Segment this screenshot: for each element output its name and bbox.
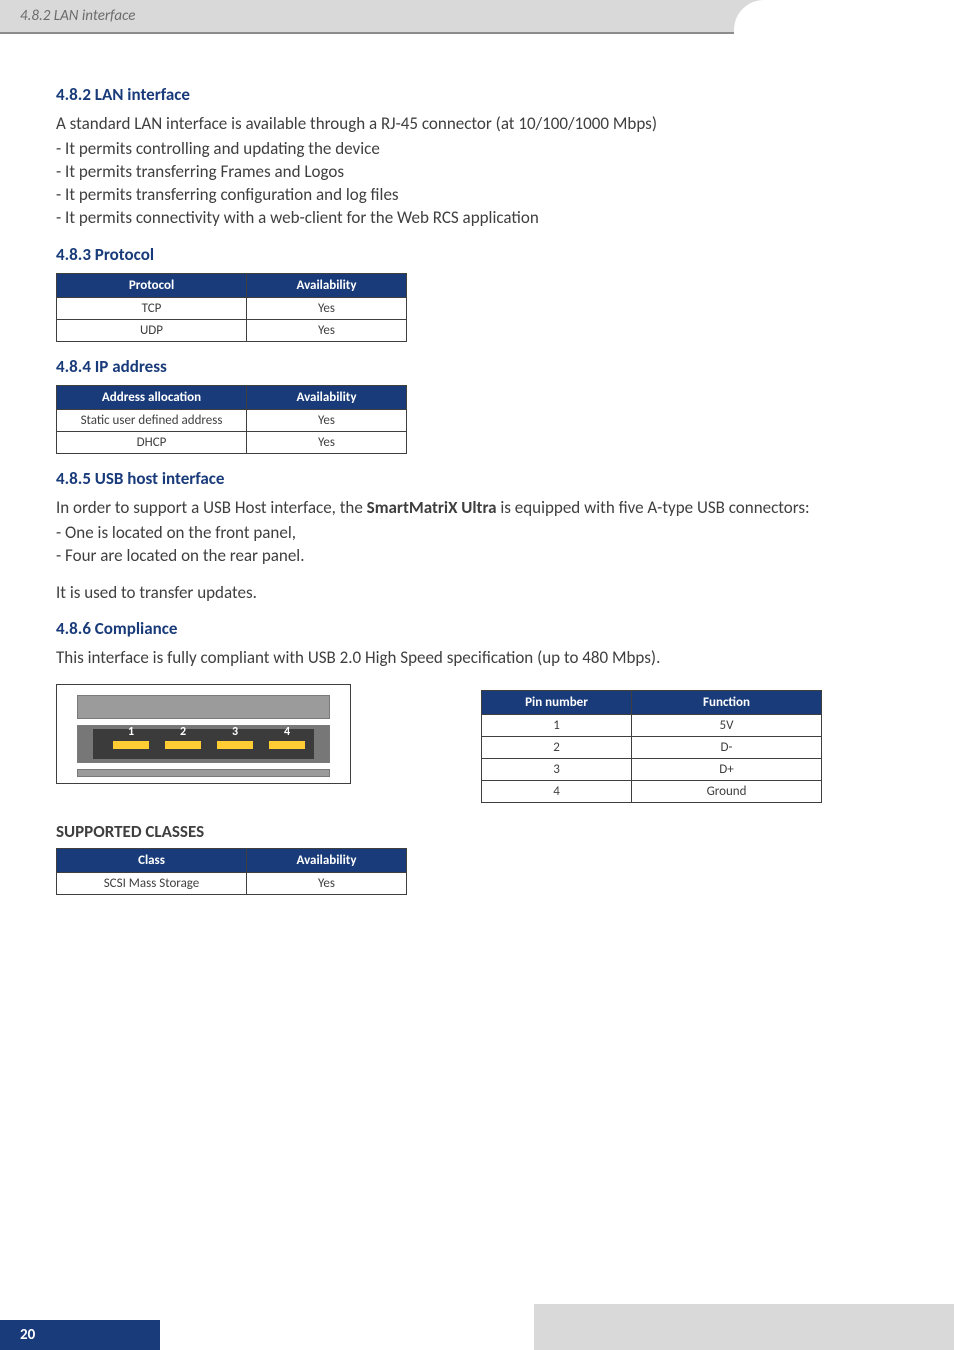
cell: SCSI Mass Storage	[57, 873, 247, 895]
cell: DHCP	[57, 431, 247, 453]
protocol-table: Protocol Availability TCP Yes UDP Yes	[56, 273, 407, 342]
usb-pin-label-4: 4	[269, 725, 305, 739]
usb-pins	[113, 741, 305, 749]
cell: 1	[482, 715, 632, 737]
th-function: Function	[632, 691, 822, 715]
page-content: 4.8.2 LAN interface A standard LAN inter…	[0, 34, 954, 895]
footer-page-number: 20	[0, 1320, 160, 1350]
text: In order to support a USB Host interface…	[56, 497, 367, 518]
cell: 5V	[632, 715, 822, 737]
th-class: Class	[57, 849, 247, 873]
th-protocol: Protocol	[57, 273, 247, 297]
header-breadcrumb: 4.8.2 LAN interface	[20, 7, 135, 25]
table-header-row: Pin number Function	[482, 691, 822, 715]
page-number: 20	[20, 1326, 35, 1344]
cell: Yes	[247, 873, 407, 895]
table-row: UDP Yes	[57, 319, 407, 341]
table-row: 1 5V	[482, 715, 822, 737]
header-bar: 4.8.2 LAN interface	[0, 0, 954, 34]
table-header-row: Class Availability	[57, 849, 407, 873]
section-485-updates: It is used to transfer updates.	[56, 582, 898, 605]
section-485-lead: In order to support a USB Host interface…	[56, 497, 898, 520]
section-482-bullet-1: - It permits controlling and updating th…	[56, 138, 898, 161]
usb-pin-2	[165, 741, 201, 749]
section-486-title: 4.8.6 Compliance	[56, 618, 898, 639]
table-row: 3 D+	[482, 759, 822, 781]
text: is equipped with five A-type USB connect…	[497, 497, 810, 518]
section-485-bullet-1: - One is located on the front panel,	[56, 522, 898, 545]
usb-pin-1	[113, 741, 149, 749]
usb-pin-4	[269, 741, 305, 749]
section-482-bullet-2: - It permits transferring Frames and Log…	[56, 161, 898, 184]
product-name-bold: SmartMatriX Ultra	[367, 497, 497, 518]
usb-pin-3	[217, 741, 253, 749]
supported-classes-table: Class Availability SCSI Mass Storage Yes	[56, 848, 407, 895]
section-482-bullet-4: - It permits connectivity with a web-cli…	[56, 207, 898, 230]
table-row: 4 Ground	[482, 781, 822, 803]
usb-shell-top	[77, 695, 330, 719]
cell: 3	[482, 759, 632, 781]
cell: Static user defined address	[57, 409, 247, 431]
cell: Yes	[247, 319, 407, 341]
section-482-bullet-3: - It permits transferring configuration …	[56, 184, 898, 207]
cell: Ground	[632, 781, 822, 803]
section-485-bullet-2: - Four are located on the rear panel.	[56, 545, 898, 568]
cell: Yes	[247, 409, 407, 431]
section-485-title: 4.8.5 USB host interface	[56, 468, 898, 489]
cell: TCP	[57, 297, 247, 319]
section-482-title: 4.8.2 LAN interface	[56, 84, 898, 105]
cell: Yes	[247, 431, 407, 453]
th-address-allocation: Address allocation	[57, 385, 247, 409]
cell: 4	[482, 781, 632, 803]
cell: D-	[632, 737, 822, 759]
table-row: DHCP Yes	[57, 431, 407, 453]
section-486-lead: This interface is fully compliant with U…	[56, 647, 898, 670]
cell: Yes	[247, 297, 407, 319]
th-pin-number: Pin number	[482, 691, 632, 715]
usb-pin-label-2: 2	[165, 725, 201, 739]
section-484-title: 4.8.4 IP address	[56, 356, 898, 377]
cell: D+	[632, 759, 822, 781]
usb-shell-bottom	[77, 769, 330, 777]
table-header-row: Protocol Availability	[57, 273, 407, 297]
section-483-title: 4.8.3 Protocol	[56, 244, 898, 265]
section-482-lead: A standard LAN interface is available th…	[56, 113, 898, 136]
usb-connector-diagram: 1 2 3 4	[56, 684, 351, 784]
pin-function-table: Pin number Function 1 5V 2 D- 3 D+ 4 Gro…	[481, 690, 822, 803]
th-availability: Availability	[247, 385, 407, 409]
footer-curve-decoration	[534, 1304, 954, 1350]
header-corner-decoration	[734, 0, 954, 60]
table-header-row: Address allocation Availability	[57, 385, 407, 409]
ip-address-table: Address allocation Availability Static u…	[56, 385, 407, 454]
cell: 2	[482, 737, 632, 759]
table-row: Static user defined address Yes	[57, 409, 407, 431]
usb-pin-label-1: 1	[113, 725, 149, 739]
table-row: TCP Yes	[57, 297, 407, 319]
usb-pin-label-3: 3	[217, 725, 253, 739]
usb-pin-labels: 1 2 3 4	[113, 725, 305, 739]
supported-classes-title: SUPPORTED CLASSES	[56, 821, 898, 842]
table-row: 2 D-	[482, 737, 822, 759]
th-availability: Availability	[247, 273, 407, 297]
table-row: SCSI Mass Storage Yes	[57, 873, 407, 895]
cell: UDP	[57, 319, 247, 341]
usb-diagram-row: 1 2 3 4 Pin number Function 1 5V	[56, 684, 898, 809]
th-availability: Availability	[247, 849, 407, 873]
